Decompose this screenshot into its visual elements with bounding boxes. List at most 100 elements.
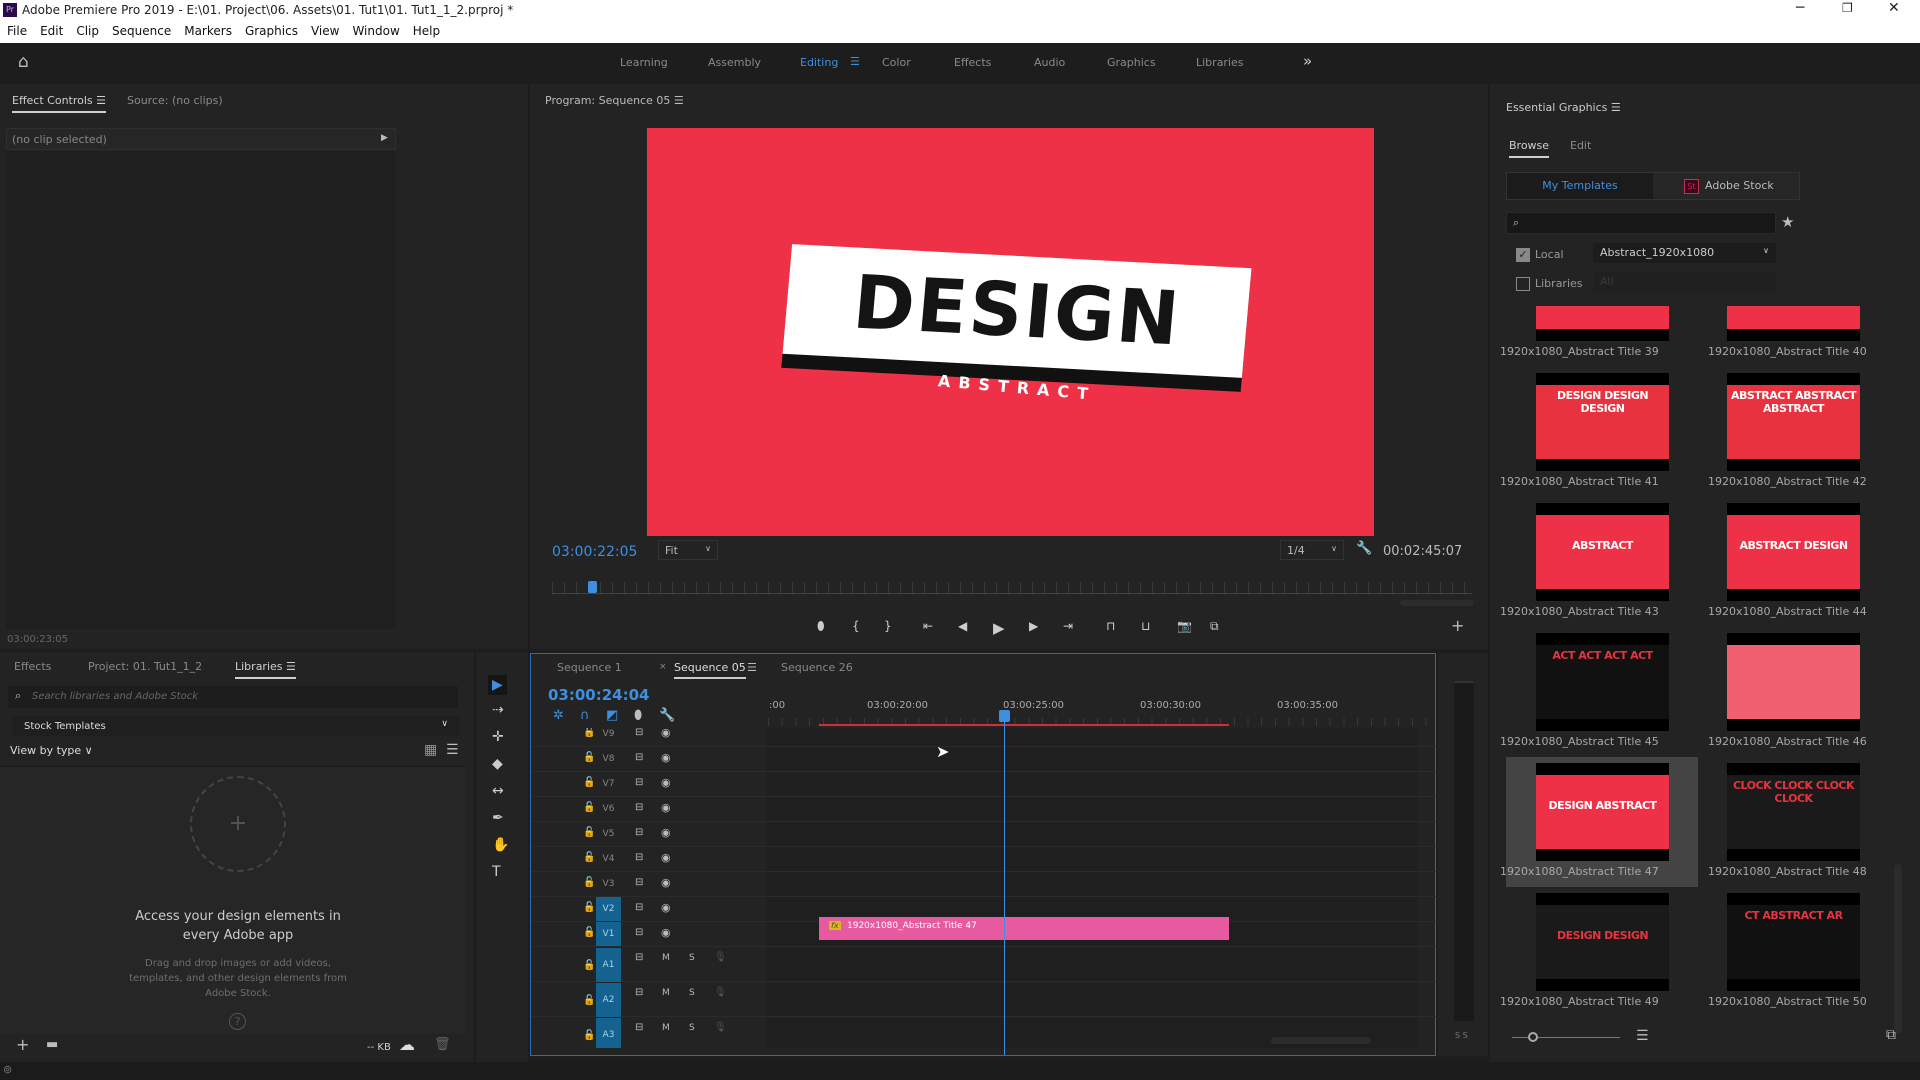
template-name[interactable]: 1920x1080_Abstract Title 40	[1708, 345, 1867, 358]
sync-lock-icon[interactable]: ⊟	[635, 952, 643, 963]
selection-tool-icon[interactable]: ▶	[488, 675, 507, 695]
compare-icon[interactable]: ⧉	[1210, 619, 1219, 634]
sync-lock-icon[interactable]: ⊟	[635, 777, 643, 788]
mark-out-icon[interactable]: }	[884, 619, 892, 633]
restore-button[interactable]: ❐	[1842, 1, 1853, 15]
template-thumbnail[interactable]: CLOCK CLOCK CLOCK CLOCK	[1727, 763, 1860, 861]
resolution-dropdown[interactable]: 1/4 ∨	[1280, 540, 1344, 560]
sync-lock-icon[interactable]: ⊟	[635, 927, 643, 938]
slider-handle[interactable]	[1528, 1032, 1538, 1042]
step-back-icon[interactable]: ◀	[958, 619, 967, 633]
track-label[interactable]: V5	[596, 822, 621, 846]
tab-sequence-26[interactable]: Sequence 26	[781, 661, 853, 674]
template-search-input[interactable]: ⌕	[1506, 212, 1776, 234]
slip-icon[interactable]: ↔	[492, 783, 504, 799]
track-label[interactable]: V2	[596, 897, 621, 921]
hand-icon[interactable]: ✋	[492, 837, 509, 853]
local-checkbox[interactable]: ✓	[1516, 248, 1530, 262]
trash-icon[interactable]: 🗑	[434, 1038, 451, 1051]
menu-help[interactable]: Help	[413, 24, 440, 38]
workspace-learning[interactable]: Learning	[620, 56, 668, 69]
template-thumbnail[interactable]: DESIGN DESIGN	[1536, 893, 1669, 991]
play-triangle-icon[interactable]: ▶	[381, 133, 388, 143]
track-label[interactable]: V9	[596, 728, 621, 746]
eye-icon[interactable]: ◉	[661, 776, 671, 789]
workspace-color[interactable]: Color	[882, 56, 911, 69]
add-button-icon[interactable]: +	[1451, 618, 1464, 634]
template-name[interactable]: 1920x1080_Abstract Title 50	[1708, 995, 1867, 1008]
sync-lock-icon[interactable]: ⊟	[635, 902, 643, 913]
lock-icon[interactable]: 🔓	[583, 1030, 595, 1041]
lock-icon[interactable]: 🔓	[583, 877, 595, 888]
template-name[interactable]: 1920x1080_Abstract Title 45	[1500, 735, 1659, 748]
program-zoom-scrollbar[interactable]	[1400, 600, 1474, 606]
lock-icon[interactable]: 🔓	[583, 752, 595, 763]
work-area-bar[interactable]	[819, 724, 1229, 726]
eye-icon[interactable]: ◉	[661, 728, 671, 739]
lock-icon[interactable]: 🔓	[583, 995, 595, 1006]
sync-lock-icon[interactable]: ⊟	[635, 1022, 643, 1033]
template-name[interactable]: 1920x1080_Abstract Title 43	[1500, 605, 1659, 618]
template-name[interactable]: 1920x1080_Abstract Title 41	[1500, 475, 1659, 488]
menu-view[interactable]: View	[311, 24, 339, 38]
timeline-playhead-handle[interactable]	[999, 710, 1010, 722]
tab-browse[interactable]: Browse	[1509, 139, 1550, 158]
solo-button[interactable]: S	[689, 953, 695, 963]
lift-icon[interactable]: ⊓	[1106, 619, 1115, 633]
timeline-timecode[interactable]: 03:00:24:04	[548, 686, 650, 704]
voice-over-icon[interactable]: 🎙	[714, 952, 727, 963]
timeline-playhead[interactable]	[1004, 710, 1005, 1055]
nest-icon[interactable]: ✲	[553, 709, 564, 722]
marker-icon[interactable]: ⬮	[817, 619, 825, 634]
sync-lock-icon[interactable]: ⊟	[635, 802, 643, 813]
workspace-graphics[interactable]: Graphics	[1107, 56, 1156, 69]
linked-selection-icon[interactable]: ◩	[606, 709, 618, 722]
type-icon[interactable]: T	[492, 864, 501, 880]
stock-templates-dropdown[interactable]: Stock Templates ∨	[12, 716, 460, 736]
lock-icon[interactable]: 🔓	[583, 728, 595, 738]
template-thumbnail[interactable]: DESIGN DESIGN DESIGN	[1536, 373, 1669, 471]
timeline-settings-icon[interactable]: 🔧	[659, 709, 675, 722]
lock-icon[interactable]: 🔓	[583, 827, 595, 838]
help-icon[interactable]: ?	[229, 1013, 246, 1030]
eye-icon[interactable]: ◉	[661, 901, 671, 914]
template-name[interactable]: 1920x1080_Abstract Title 49	[1500, 995, 1659, 1008]
timeline-clip[interactable]: fx 1920x1080_Abstract Title 47	[819, 917, 1229, 940]
go-to-out-icon[interactable]: ⇥	[1063, 619, 1073, 633]
eye-icon[interactable]: ◉	[661, 751, 671, 764]
menu-file[interactable]: File	[7, 24, 27, 38]
workspace-effects[interactable]: Effects	[954, 56, 991, 69]
eye-icon[interactable]: ◉	[661, 926, 671, 939]
ripple-edit-icon[interactable]: ✛	[492, 729, 504, 745]
menu-sequence[interactable]: Sequence	[112, 24, 171, 38]
lock-icon[interactable]: 🔓	[583, 777, 595, 788]
sync-lock-icon[interactable]: ⊟	[635, 827, 643, 838]
export-frame-icon[interactable]: 📷	[1177, 619, 1192, 633]
sort-icon[interactable]: ☰	[1636, 1029, 1649, 1043]
template-name[interactable]: 1920x1080_Abstract Title 47	[1500, 865, 1659, 878]
track-label[interactable]: V6	[596, 797, 621, 821]
template-thumbnail[interactable]: DESIGN ABSTRACT	[1536, 763, 1669, 861]
template-name[interactable]: 1920x1080_Abstract Title 42	[1708, 475, 1867, 488]
track-label[interactable]: V7	[596, 772, 621, 796]
extract-icon[interactable]: ⊔	[1141, 619, 1150, 633]
template-thumbnail[interactable]	[1727, 633, 1860, 731]
close-button[interactable]: ✕	[1888, 0, 1900, 16]
menu-graphics[interactable]: Graphics	[245, 24, 298, 38]
sync-lock-icon[interactable]: ⊟	[635, 877, 643, 888]
template-thumbnail[interactable]: ABSTRACT DESIGN	[1727, 503, 1860, 601]
sync-lock-icon[interactable]: ⊟	[635, 852, 643, 863]
timeline-horizontal-scrollbar[interactable]	[1271, 1037, 1371, 1044]
adobe-stock-button[interactable]: St Adobe Stock	[1655, 173, 1801, 199]
template-thumbnail[interactable]: ACT ACT ACT ACT	[1536, 633, 1669, 731]
menu-edit[interactable]: Edit	[40, 24, 63, 38]
eye-icon[interactable]: ◉	[661, 851, 671, 864]
template-thumbnail[interactable]: DESIGN DESIGN DESIGN	[1727, 306, 1860, 341]
workspaces-more-button[interactable]: »	[1303, 52, 1312, 70]
lock-icon[interactable]: 🔓	[583, 802, 595, 813]
play-icon[interactable]: ▶	[993, 619, 1005, 637]
program-scrubber[interactable]	[552, 582, 1472, 594]
template-thumbnail[interactable]: CT ABSTRACT AR	[1727, 893, 1860, 991]
list-view-icon[interactable]: ☰	[446, 743, 459, 757]
go-to-in-icon[interactable]: ⇤	[923, 619, 933, 633]
